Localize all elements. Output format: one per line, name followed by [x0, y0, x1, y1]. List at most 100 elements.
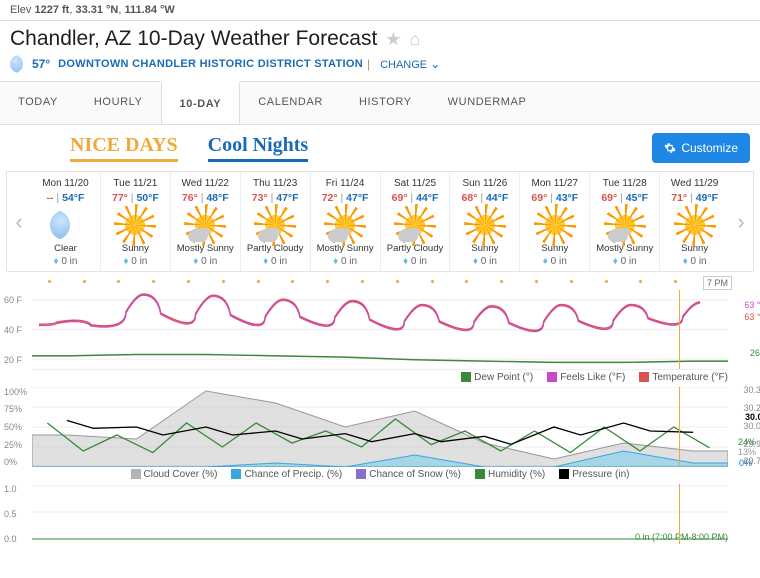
- legend-item: Dew Point (°): [461, 372, 533, 383]
- right-label: 30.01 in: [745, 412, 760, 422]
- forecast-day[interactable]: Tue 11/2869° | 45°FMostly Sunny♦ 0 in: [590, 172, 660, 271]
- sun-icon: [470, 210, 500, 240]
- forecast-day[interactable]: Sat 11/2569° | 44°FPartly Cloudy♦ 0 in: [381, 172, 451, 271]
- precip-chart: 1.0 0.5 0.0 0 in (7:00 PM-8:00 PM): [32, 484, 728, 544]
- raindrop-icon: ♦: [403, 256, 408, 267]
- y-tick: 75%: [4, 404, 22, 414]
- day-temps: 76° | 48°F: [173, 190, 238, 204]
- page-title: Chandler, AZ 10-Day Weather Forecast: [10, 27, 377, 51]
- home-icon[interactable]: ⌂: [409, 29, 420, 50]
- customize-button[interactable]: Customize: [652, 133, 750, 163]
- raindrop-icon: ♦: [473, 256, 478, 267]
- forecast-day[interactable]: Thu 11/2373° | 47°FPartly Cloudy♦ 0 in: [241, 172, 311, 271]
- day-name: Wed 11/22: [173, 178, 238, 189]
- legend-item: Chance of Precip. (%): [231, 469, 342, 480]
- day-temps: 72° | 47°F: [313, 190, 378, 204]
- annotation-cool-nights: Cool Nights: [208, 134, 309, 162]
- day-precip: ♦ 0 in: [313, 256, 378, 267]
- forecast-day[interactable]: Mon 11/2769° | 43°FSunny♦ 0 in: [520, 172, 590, 271]
- raindrop-icon: ♦: [53, 256, 58, 267]
- forecast-day[interactable]: Mon 11/20-- | 54°FClear♦ 0 in: [31, 172, 101, 271]
- sun-icon: [120, 210, 150, 240]
- scroll-left-arrow[interactable]: ‹: [7, 209, 31, 235]
- right-tick: 30.05: [743, 421, 760, 431]
- day-precip: ♦ 0 in: [662, 256, 727, 267]
- y-tick: 1.0: [4, 484, 17, 494]
- lat-value: 33.31 °N: [75, 4, 118, 16]
- chevron-down-icon: ⌄: [430, 57, 440, 71]
- time-marker: 7 PM: [703, 276, 732, 290]
- forecast-day[interactable]: Fri 11/2472° | 47°FMostly Sunny♦ 0 in: [311, 172, 381, 271]
- tab-today[interactable]: TODAY: [0, 82, 76, 124]
- change-station-link[interactable]: CHANGE ⌄: [380, 57, 440, 71]
- humidity-chart: 100% 75% 50% 25% 0% 30.35 30.20 30.05 29…: [32, 387, 728, 467]
- day-precip: ♦ 0 in: [173, 256, 238, 267]
- forecast-day[interactable]: Wed 11/2276° | 48°FMostly Sunny♦ 0 in: [171, 172, 241, 271]
- y-tick: 0%: [4, 457, 17, 467]
- legend-item: Cloud Cover (%): [131, 469, 218, 480]
- day-precip: ♦ 0 in: [243, 256, 308, 267]
- day-precip: ♦ 0 in: [103, 256, 168, 267]
- day-precip: ♦ 0 in: [592, 256, 657, 267]
- tab-hourly[interactable]: HOURLY: [76, 82, 161, 124]
- right-label: 13%: [738, 447, 756, 457]
- raindrop-icon: ♦: [193, 256, 198, 267]
- tab-10day[interactable]: 10-DAY: [161, 81, 241, 124]
- tab-history[interactable]: HISTORY: [341, 82, 430, 124]
- y-tick: 50%: [4, 422, 22, 432]
- gear-icon: [664, 142, 676, 154]
- moon-icon: [10, 55, 28, 73]
- station-name[interactable]: DOWNTOWN CHANDLER HISTORIC DISTRICT STAT…: [58, 58, 363, 70]
- sun-dots-row: [32, 276, 728, 286]
- day-condition: Clear: [33, 243, 98, 254]
- day-name: Mon 11/27: [522, 178, 587, 189]
- raindrop-icon: ♦: [123, 256, 128, 267]
- day-name: Sat 11/25: [383, 178, 448, 189]
- current-conditions-row: 57° DOWNTOWN CHANDLER HISTORIC DISTRICT …: [0, 53, 760, 81]
- y-tick: 40 F: [4, 325, 22, 335]
- tab-bar: TODAY HOURLY 10-DAY CALENDAR HISTORY WUN…: [0, 81, 760, 125]
- legend-item: Humidity (%): [475, 469, 545, 480]
- day-precip: ♦ 0 in: [452, 256, 517, 267]
- scroll-right-arrow[interactable]: ›: [729, 209, 753, 235]
- day-precip: ♦ 0 in: [33, 256, 98, 267]
- raindrop-icon: ♦: [263, 256, 268, 267]
- legend-item: Pressure (in): [559, 469, 629, 480]
- tab-wundermap[interactable]: WUNDERMAP: [430, 82, 545, 124]
- day-temps: 69° | 44°F: [383, 190, 448, 204]
- top-info-bar: Elev 1227 ft, 33.31 °N, 111.84 °W: [0, 0, 760, 21]
- day-name: Thu 11/23: [243, 178, 308, 189]
- y-tick: 60 F: [4, 295, 22, 305]
- raindrop-icon: ♦: [613, 256, 618, 267]
- legend-item: Feels Like (°F): [547, 372, 625, 383]
- lon-value: 111.84 °W: [125, 4, 175, 16]
- favorite-star-icon[interactable]: ★: [385, 29, 401, 50]
- forecast-day[interactable]: Sun 11/2668° | 44°FSunny♦ 0 in: [450, 172, 520, 271]
- forecast-day[interactable]: Tue 11/2177° | 50°FSunny♦ 0 in: [101, 172, 171, 271]
- y-tick: 0.0: [4, 534, 17, 544]
- moon-icon: [50, 210, 80, 240]
- forecast-day[interactable]: Wed 11/2971° | 49°FSunny♦ 0 in: [660, 172, 729, 271]
- elev-value: 1227 ft: [34, 4, 69, 16]
- day-precip: ♦ 0 in: [522, 256, 587, 267]
- day-temps: 71° | 49°F: [662, 190, 727, 204]
- y-tick: 100%: [4, 387, 27, 397]
- title-row: Chandler, AZ 10-Day Weather Forecast ★ ⌂: [0, 21, 760, 53]
- raindrop-icon: ♦: [683, 256, 688, 267]
- now-marker: [679, 387, 680, 467]
- y-tick: 25%: [4, 440, 22, 450]
- raindrop-icon: ♦: [543, 256, 548, 267]
- legend-item: Temperature (°F): [639, 372, 728, 383]
- day-precip: ♦ 0 in: [383, 256, 448, 267]
- precip-now-label: 0 in (7:00 PM-8:00 PM): [635, 532, 728, 542]
- tab-calendar[interactable]: CALENDAR: [240, 82, 341, 124]
- sun-icon: [610, 210, 640, 240]
- forecast-days-container: ‹ Mon 11/20-- | 54°FClear♦ 0 inTue 11/21…: [6, 171, 754, 272]
- day-temps: 77° | 50°F: [103, 190, 168, 204]
- sun-icon: [680, 210, 710, 240]
- day-temps: -- | 54°F: [33, 190, 98, 204]
- forecast-days: Mon 11/20-- | 54°FClear♦ 0 inTue 11/2177…: [31, 172, 729, 271]
- right-label: 0%: [739, 458, 752, 468]
- right-label: 63 °F: [744, 300, 760, 310]
- day-name: Tue 11/21: [103, 178, 168, 189]
